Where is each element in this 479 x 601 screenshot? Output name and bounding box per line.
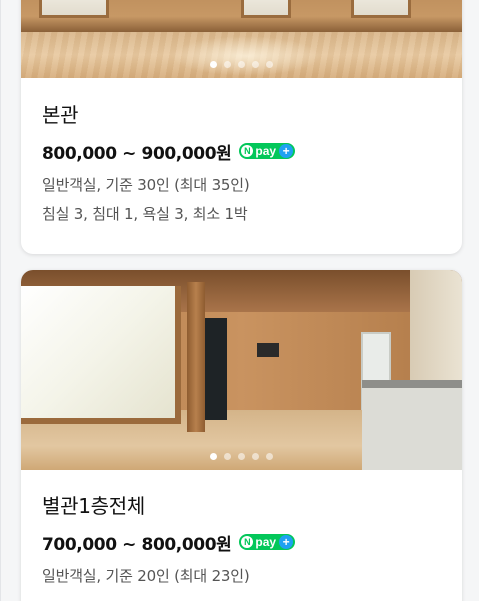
naver-n-icon: N: [241, 145, 254, 157]
price-row: 700,000 ~ 800,000원 N pay +: [42, 529, 441, 555]
room-type-capacity: 일반객실, 기준 20인 (최대 23인): [42, 567, 250, 585]
carousel-indicator: [21, 453, 462, 460]
plus-icon: +: [279, 535, 294, 549]
photo-glare: [171, 36, 321, 76]
carousel-dot[interactable]: [238, 453, 245, 460]
carousel-dot-active[interactable]: [210, 453, 217, 460]
photo-window: [351, 0, 411, 18]
carousel-dot[interactable]: [224, 61, 231, 68]
room-card[interactable]: 본관 800,000 ~ 900,000원 N pay + 일반객실, 기준 3…: [21, 0, 462, 254]
carousel-indicator: [21, 61, 462, 68]
photo-wall: [410, 270, 462, 382]
room-specs: 침실 3, 침대 1, 욕실 3, 최소 1박: [42, 205, 248, 223]
room-price: 700,000 ~ 800,000원: [42, 534, 232, 555]
naver-n-icon: N: [241, 536, 254, 548]
naver-pay-badge: N pay +: [239, 143, 296, 159]
photo-window: [21, 286, 181, 424]
room-photo-carousel[interactable]: [21, 0, 462, 78]
carousel-dot[interactable]: [266, 453, 273, 460]
room-price: 800,000 ~ 900,000원: [42, 143, 232, 164]
page-left-border: [0, 0, 1, 601]
naver-pay-label: pay: [255, 535, 277, 549]
carousel-dot[interactable]: [238, 61, 245, 68]
photo-door: [205, 318, 227, 420]
photo-window: [241, 0, 291, 18]
naver-pay-badge: N pay +: [239, 534, 296, 550]
photo-window: [39, 0, 109, 18]
room-type-capacity: 일반객실, 기준 30인 (최대 35인): [42, 176, 250, 194]
naver-pay-label: pay: [255, 144, 277, 158]
carousel-dot[interactable]: [266, 61, 273, 68]
carousel-dot[interactable]: [252, 453, 259, 460]
room-card[interactable]: 별관1층전체 700,000 ~ 800,000원 N pay + 일반객실, …: [21, 270, 462, 601]
photo-tv: [257, 343, 279, 357]
room-name[interactable]: 별관1층전체: [42, 492, 441, 520]
carousel-dot[interactable]: [252, 61, 259, 68]
room-photo-carousel[interactable]: [21, 270, 462, 470]
carousel-dot-active[interactable]: [210, 61, 217, 68]
room-name[interactable]: 본관: [42, 101, 441, 129]
photo-pillar: [187, 282, 205, 432]
carousel-dot[interactable]: [224, 453, 231, 460]
plus-icon: +: [279, 144, 294, 158]
price-row: 800,000 ~ 900,000원 N pay +: [42, 138, 441, 164]
